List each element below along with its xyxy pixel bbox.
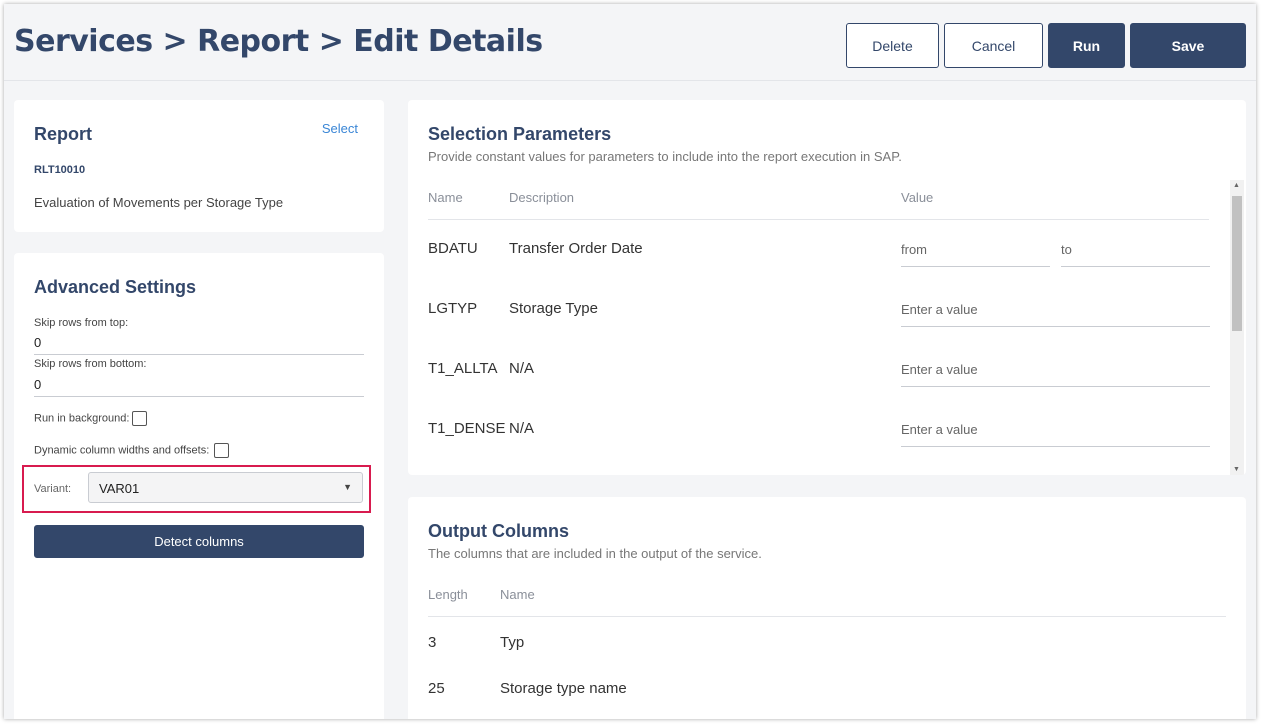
advanced-settings-card: Advanced Settings Skip rows from top: 0 … (14, 253, 384, 719)
scroll-up-arrow-icon[interactable]: ▲ (1233, 182, 1240, 189)
dynamic-widths-row: Dynamic column widths and offsets: (34, 443, 230, 458)
run-background-checkbox[interactable] (132, 411, 148, 426)
delete-button[interactable]: Delete (846, 23, 939, 68)
skip-bottom-label: Skip rows from bottom: (34, 358, 147, 370)
scroll-down-arrow-icon[interactable]: ▼ (1233, 466, 1240, 473)
skip-top-label: Skip rows from top: (34, 317, 129, 329)
param-name-t1-dense: T1_DENSE (428, 420, 506, 437)
param-description-t1-allta: N/A (509, 360, 535, 377)
advanced-settings-title: Advanced Settings (34, 277, 197, 297)
selection-parameters-subtitle: Provide constant values for parameters t… (428, 149, 902, 164)
skip-top-value: 0 (34, 335, 42, 350)
param-description-t1-dense: N/A (509, 420, 535, 437)
output-name-1: Typ (500, 634, 525, 651)
run-background-label: Run in background: (34, 412, 130, 425)
skip-bottom-value: 0 (34, 377, 42, 392)
run-button[interactable]: Run (1048, 23, 1125, 68)
param-name-t1-allta: T1_ALLTA (428, 360, 498, 377)
param-description-bdatu: Transfer Order Date (509, 240, 643, 257)
param-from-input[interactable]: from (901, 242, 1050, 267)
report-card: Report Select RLT10010 Evaluation of Mov… (14, 100, 384, 232)
column-header-name: Name (428, 190, 463, 205)
scrollbar-thumb[interactable] (1232, 196, 1242, 331)
report-code: RLT10010 (34, 164, 86, 176)
variant-value: VAR01 (99, 481, 140, 496)
param-from-placeholder: from (901, 242, 927, 257)
output-header-divider (428, 616, 1226, 617)
column-header-description: Description (509, 190, 575, 205)
output-columns-subtitle: The columns that are included in the out… (428, 546, 762, 561)
selection-parameters-title: Selection Parameters (428, 124, 612, 144)
chevron-down-icon: ▼ (343, 482, 352, 492)
run-background-row: Run in background: (34, 411, 148, 426)
param-value-input-t1-dense[interactable]: Enter a value (901, 422, 1210, 447)
output-columns-card: Output Columns The columns that are incl… (408, 497, 1246, 719)
output-columns-title: Output Columns (428, 521, 569, 541)
param-name-lgtyp: LGTYP (428, 300, 478, 317)
param-to-placeholder: to (1061, 242, 1072, 257)
param-description-lgtyp: Storage Type (509, 300, 598, 317)
page-header: Services > Report > Edit Details Delete … (4, 4, 1256, 81)
param-value-input-t1-allta[interactable]: Enter a value (901, 362, 1210, 387)
column-header-output-name: Name (500, 587, 535, 602)
param-value-input-lgtyp[interactable]: Enter a value (901, 302, 1210, 327)
param-name-bdatu: BDATU (428, 240, 478, 257)
selection-scrollbar[interactable]: ▲ ▼ (1230, 180, 1244, 475)
param-value-placeholder-lgtyp: Enter a value (901, 302, 978, 317)
header-divider (428, 219, 1209, 220)
select-report-link[interactable]: Select (322, 121, 358, 136)
detect-columns-button[interactable]: Detect columns (34, 525, 364, 558)
dynamic-widths-checkbox[interactable] (214, 443, 230, 458)
variant-select[interactable]: VAR01 ▼ (88, 472, 363, 503)
column-header-value: Value (901, 190, 934, 205)
variant-label: Variant: (34, 483, 72, 495)
app-window: Services > Report > Edit Details Delete … (4, 4, 1256, 719)
dynamic-widths-label: Dynamic column widths and offsets: (34, 444, 210, 457)
save-button[interactable]: Save (1130, 23, 1246, 68)
selection-parameters-card: Selection Parameters Provide constant va… (408, 100, 1246, 475)
report-card-title: Report (34, 124, 92, 144)
column-header-length: Length (428, 587, 468, 602)
output-length-2: 25 (428, 680, 445, 697)
cancel-button[interactable]: Cancel (944, 23, 1043, 68)
param-value-placeholder-t1-allta: Enter a value (901, 362, 978, 377)
output-name-2: Storage type name (500, 680, 627, 697)
param-to-input[interactable]: to (1061, 242, 1210, 267)
report-description: Evaluation of Movements per Storage Type (34, 195, 284, 210)
skip-bottom-input[interactable]: 0 (34, 377, 364, 397)
output-length-1: 3 (428, 634, 437, 651)
variant-highlight-box: Variant: VAR01 ▼ (22, 465, 371, 513)
skip-top-input[interactable]: 0 (34, 335, 364, 355)
param-value-placeholder-t1-dense: Enter a value (901, 422, 978, 437)
page-title: Services > Report > Edit Details (14, 24, 543, 59)
